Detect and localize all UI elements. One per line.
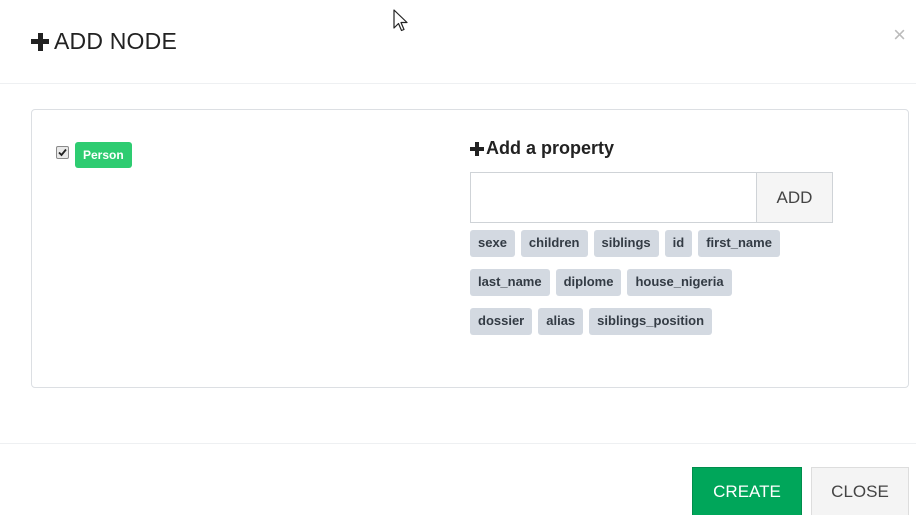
plus-icon (31, 32, 49, 51)
modal-title-text: ADD NODE (54, 28, 178, 54)
close-icon[interactable]: × (893, 24, 906, 46)
property-tag[interactable]: siblings_position (589, 308, 713, 335)
property-input-group: ADD (470, 172, 833, 223)
property-tag[interactable]: children (520, 230, 588, 257)
property-tag[interactable]: id (664, 230, 693, 257)
property-section: Add a property ADD sexe children sibling… (470, 138, 870, 335)
label-checkbox[interactable] (56, 145, 69, 159)
property-tag[interactable]: diplome (555, 269, 622, 296)
tag-row: last_name diplome house_nigeria (470, 269, 850, 296)
node-label-badge[interactable]: Person (75, 142, 132, 168)
add-property-button[interactable]: ADD (756, 172, 833, 223)
mouse-cursor-icon (393, 9, 408, 32)
check-icon (58, 148, 67, 156)
node-label-row: Person (56, 142, 132, 168)
add-node-modal: ADD NODE × Person Add a property ADD sex… (0, 0, 916, 515)
plus-icon (470, 141, 484, 156)
modal-header: ADD NODE × (0, 0, 916, 84)
tag-row: dossier alias siblings_position (470, 308, 850, 335)
node-panel: Person Add a property ADD sexe children … (31, 109, 909, 388)
modal-footer: CREATE CLOSE (0, 443, 916, 515)
property-section-title: Add a property (470, 138, 870, 159)
create-button[interactable]: CREATE (692, 467, 802, 515)
property-tag[interactable]: last_name (470, 269, 550, 296)
modal-title: ADD NODE (31, 28, 177, 55)
property-tag[interactable]: first_name (698, 230, 780, 257)
property-tags: sexe children siblings id first_name las… (470, 230, 850, 347)
close-button[interactable]: CLOSE (811, 467, 909, 515)
property-tag[interactable]: siblings (593, 230, 659, 257)
property-title-text: Add a property (486, 138, 615, 158)
property-tag[interactable]: dossier (470, 308, 533, 335)
tag-row: sexe children siblings id first_name (470, 230, 850, 257)
property-tag[interactable]: alias (538, 308, 584, 335)
property-tag[interactable]: sexe (470, 230, 515, 257)
property-input[interactable] (470, 172, 756, 223)
property-tag[interactable]: house_nigeria (627, 269, 732, 296)
